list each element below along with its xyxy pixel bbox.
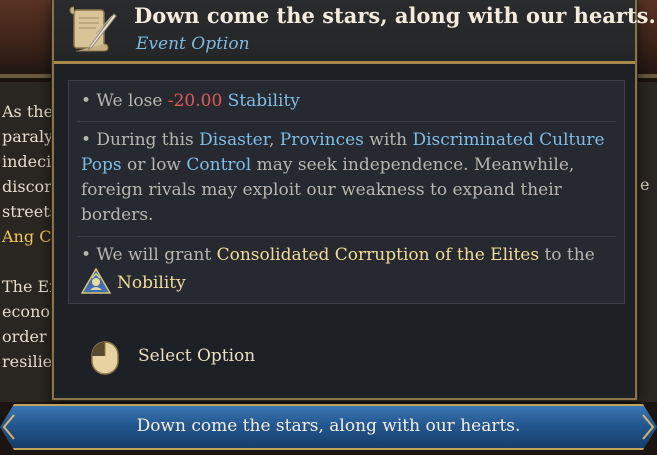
effect-text: , [268,130,280,150]
bg-line: indeci [2,152,52,171]
effect-divider [77,236,616,237]
keyword-stability[interactable]: Stability [228,91,300,111]
stability-change-value: -20.00 [167,91,223,111]
bg-line: streets [2,202,54,221]
mouse-left-click-icon [91,341,119,375]
nobility-estate-icon [81,268,111,294]
bg-line-link[interactable]: Ang Cl [2,225,54,250]
effect-text: • We lose [81,91,168,111]
effect-text: • We will grant [81,245,217,265]
bg-line: As the [2,102,54,121]
tooltip-header: Down come the stars, along with our hear… [54,0,656,64]
bg-line: discor [2,177,52,196]
effect-divider [77,121,616,122]
effect-text: with [363,130,413,150]
select-option-label: Select Option [138,346,256,366]
bg-right-fragment: e [640,175,650,194]
effects-box: • We lose -20.00 Stability • During this… [68,80,625,304]
effect-text: to the [539,245,595,265]
bg-line: The Er [2,277,54,296]
bg-line: resilie [2,352,53,371]
effect-text: • During this [81,130,200,150]
estate-nobility[interactable]: Nobility [117,273,186,293]
tooltip-title: Down come the stars, along with our hear… [134,3,656,28]
keyword-provinces[interactable]: Provinces [280,130,364,150]
effect-corruption: • We will grant Consolidated Corruption … [81,243,611,296]
effect-stability: • We lose -20.00 Stability [81,89,611,114]
bg-line: paraly [2,127,54,146]
select-option-hint[interactable]: Select Option [90,336,290,376]
bg-line: order [2,327,47,346]
effect-disaster: • During this Disaster, Provinces with D… [81,128,611,228]
effect-text: or low [121,155,187,175]
tooltip-subtitle: Event Option [136,34,250,54]
event-option-tooltip: Down come the stars, along with our hear… [52,0,656,400]
keyword-disaster[interactable]: Disaster [199,130,269,150]
event-option-button[interactable]: Down come the stars, along with our hear… [0,404,657,450]
keyword-consolidated-corruption[interactable]: Consolidated Corruption of the Elites [217,245,539,265]
bg-line: econo [2,302,50,321]
keyword-control[interactable]: Control [186,155,251,175]
option-button-label: Down come the stars, along with our hear… [136,416,521,436]
scroll-quill-icon [69,6,117,52]
